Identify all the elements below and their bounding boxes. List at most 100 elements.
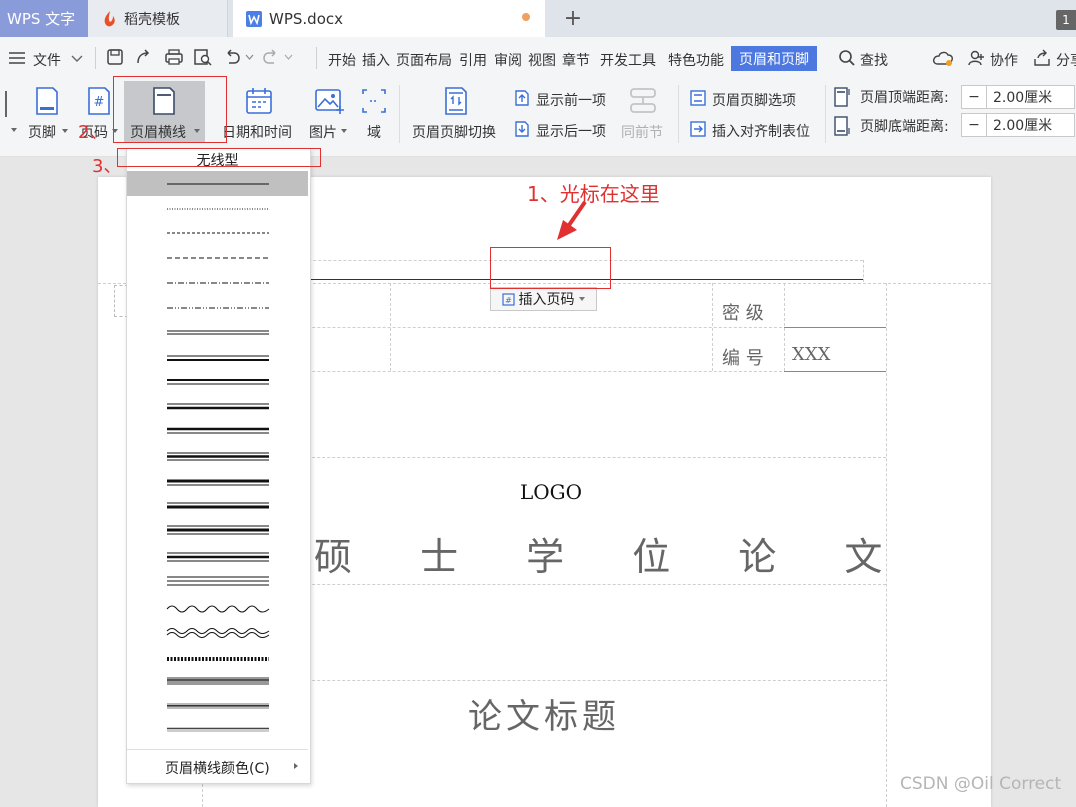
picture-button[interactable]: 图片 [309,122,337,142]
annotation-box-header-line [113,76,227,143]
unsaved-dot-icon [522,13,530,21]
header-top-distance-input[interactable]: 2.00厘米 [987,87,1052,107]
collaborate-icon[interactable] [967,49,985,67]
print-icon[interactable] [164,48,184,66]
menu-header-footer[interactable]: 页眉和页脚 [731,46,817,71]
header-boundary [863,260,864,282]
chevron-down-icon[interactable] [10,127,18,133]
menu-search[interactable]: 查找 [860,50,888,70]
tab-document-label: WPS.docx [269,9,343,28]
footer-bottom-distance-stepper[interactable]: − 2.00厘米 [961,113,1075,137]
tab-document[interactable]: WPS.docx [233,0,545,37]
tab-daoke-template[interactable]: 稻壳模板 [88,0,228,37]
divider [399,85,400,143]
header-footer-switch-button[interactable]: 页眉页脚切换 [412,122,496,142]
annotation-arrow-icon [557,200,587,240]
tab-wps-writer[interactable]: WPS 文字 [0,0,88,37]
menu-collaborate[interactable]: 协作 [990,50,1018,70]
menu-page-layout[interactable]: 页面布局 [396,50,452,70]
hamburger-icon[interactable] [8,51,26,65]
undo-icon[interactable] [223,49,241,65]
menu-view[interactable]: 视图 [528,50,556,70]
header-line-color-label: 页眉横线颜色(C) [165,761,270,777]
number-value: XXX [792,344,831,365]
footer-bottom-distance-label: 页脚底端距离: [860,119,949,135]
insert-page-number-label: 插入页码 [518,292,575,308]
table-border [784,327,886,328]
insert-page-number-button[interactable]: # 插入页码 [490,287,597,311]
divider [316,47,317,69]
header-top-distance-label: 页眉顶端距离: [860,90,949,106]
field-icon[interactable] [361,88,387,114]
daoke-logo-icon [104,10,115,26]
secret-level-label: 密 级 [722,303,764,324]
tab-wps-label: WPS 文字 [7,10,76,28]
save-icon[interactable] [106,48,124,66]
menu-home[interactable]: 开始 [328,50,356,70]
share-icon[interactable] [1033,49,1051,67]
header-footer-options-button[interactable]: 页眉页脚选项 [712,90,796,110]
print-preview-icon[interactable] [193,48,213,66]
insert-align-tab-button[interactable]: 插入对齐制表位 [712,121,810,141]
menu-share[interactable]: 分享 [1056,50,1076,70]
tab-daoke-label: 稻壳模板 [124,11,180,28]
cloud-sync-icon[interactable] [932,49,954,67]
svg-text:#: # [505,296,512,305]
field-button[interactable]: 域 [367,122,381,142]
header-footer-options-icon[interactable] [689,89,707,107]
decrease-button[interactable]: − [962,86,987,108]
search-icon[interactable] [838,49,856,67]
footer-icon[interactable] [34,86,60,116]
header-top-distance-stepper[interactable]: − 2.00厘米 [961,85,1075,109]
date-time-button[interactable]: 日期和时间 [222,122,292,142]
logo-placeholder: LOGO [520,480,583,504]
redo-icon[interactable] [262,49,280,65]
export-icon[interactable] [135,48,153,66]
line-style-options[interactable] [127,171,308,749]
menu-references[interactable]: 引用 [459,50,487,70]
new-tab-button[interactable]: + [560,0,586,37]
chevron-down-icon[interactable] [284,54,293,61]
svg-text:#: # [94,95,105,110]
menu-insert[interactable]: 插入 [362,50,390,70]
picture-icon[interactable] [314,86,344,116]
divider [678,85,679,143]
annotation-step-1: 1、光标在这里 [527,182,660,206]
page-number-icon[interactable]: # [86,86,112,116]
header-top-distance-icon [834,87,850,107]
annotation-step-2: 2、 [78,122,108,143]
divider [95,47,96,69]
menu-features[interactable]: 特色功能 [668,50,724,70]
plus-icon: + [563,6,583,31]
ribbon-edge-handle [5,91,7,117]
chevron-right-icon [294,763,298,769]
chevron-down-icon[interactable] [71,53,83,63]
same-as-previous-button[interactable]: 同前节 [621,122,663,142]
table-border [784,371,886,372]
menu-developer[interactable]: 开发工具 [600,50,656,70]
align-tab-icon[interactable] [689,120,707,138]
show-next-button[interactable]: 显示后一项 [536,121,606,141]
menu-review[interactable]: 审阅 [494,50,522,70]
annotation-box-no-line [117,148,321,167]
window-count-badge[interactable]: 1 [1056,10,1076,30]
footer-bottom-distance-input[interactable]: 2.00厘米 [987,115,1052,135]
chevron-down-icon[interactable] [245,54,254,61]
chevron-down-icon[interactable] [340,128,348,134]
show-next-icon[interactable] [513,120,531,138]
menu-file[interactable]: 文件 [33,50,61,70]
header-line-color-option[interactable]: 页眉横线颜色(C) [127,749,308,783]
footer-button[interactable]: 页脚 [28,122,56,142]
chevron-down-icon [578,297,585,301]
header-line-dropdown: 无线型 页眉横线颜色(C) [126,148,311,784]
header-footer-switch-icon[interactable] [443,86,469,116]
show-previous-button[interactable]: 显示前一项 [536,90,606,110]
decrease-button[interactable]: − [962,114,987,136]
annotation-box-cursor [490,247,611,289]
menu-section[interactable]: 章节 [562,50,590,70]
page-number-icon: # [501,292,515,306]
chevron-down-icon[interactable] [61,128,69,134]
calendar-icon[interactable] [245,86,273,116]
link-to-previous-icon[interactable] [629,86,657,116]
show-previous-icon[interactable] [513,89,531,107]
